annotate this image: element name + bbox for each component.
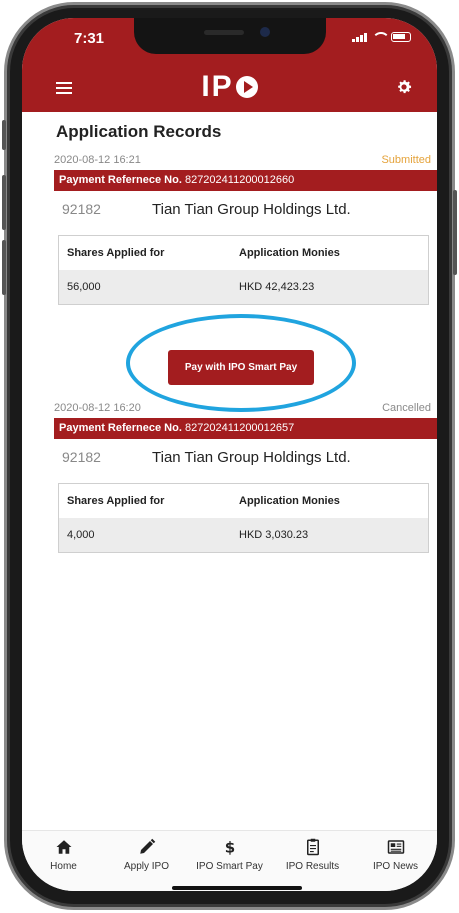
payment-reference-bar: Payment Refernece No. 827202411200012657 [54,418,437,439]
newspaper-icon [387,840,404,854]
shares-value: 56,000 [67,281,101,293]
pay-with-smart-pay-button[interactable]: Pay with IPO Smart Pay [168,350,314,385]
monies-value: HKD 42,423.23 [239,281,315,293]
stock-code: 92182 [62,201,101,217]
home-icon [56,840,71,854]
company-name: Tian Tian Group Holdings Ltd. [152,201,351,218]
shares-header: Shares Applied for [67,247,165,259]
tab-ipo-results[interactable]: IPO Results [271,831,354,891]
tab-label: Home [50,861,77,872]
table-header-row: Shares Applied for Application Monies [59,484,428,518]
app-logo: IP [22,70,437,104]
record-date: 2020-08-12 16:20 [54,402,141,414]
record-date: 2020-08-12 16:21 [54,154,141,166]
tab-apply-ipo[interactable]: Apply IPO [105,831,188,891]
wifi-icon [372,32,390,42]
play-dot-icon [235,76,258,98]
reference-number: 827202411200012657 [184,422,295,434]
reference-number: 827202411200012660 [184,174,295,186]
volume-up-button [2,175,6,230]
monies-header: Application Monies [239,495,340,507]
tab-ipo-news[interactable]: IPO News [354,831,437,891]
application-table: Shares Applied for Application Monies 4,… [58,483,429,553]
shares-header: Shares Applied for [67,495,165,507]
tab-label: IPO Results [285,861,340,872]
tab-ipo-smart-pay[interactable]: $ IPO Smart Pay [188,831,271,891]
application-record: 2020-08-12 16:21 Submitted Payment Refer… [22,152,437,305]
tab-home[interactable]: Home [22,831,105,891]
company-row: 92182 Tian Tian Group Holdings Ltd. [22,439,437,475]
app-screen: 7:31 IP Application Records 2020-08-12 1… [22,18,437,891]
mute-switch [2,120,6,150]
bottom-tab-bar: Home Apply IPO $ IPO Smart Pay IPO Resul… [22,830,437,891]
power-button [453,190,457,275]
status-time: 7:31 [74,30,105,47]
table-header-row: Shares Applied for Application Monies [59,236,428,270]
svg-text:$: $ [224,838,234,856]
tab-label: IPO News [372,861,418,872]
signal-icon [352,32,367,42]
pencil-icon [139,838,155,854]
company-row: 92182 Tian Tian Group Holdings Ltd. [22,191,437,227]
reference-label: Payment Refernece No. [59,174,182,186]
tab-label: IPO Smart Pay [196,861,263,872]
table-row: 56,000 HKD 42,423.23 [59,270,428,304]
clipboard-icon [306,838,319,856]
volume-down-button [2,240,6,295]
record-meta: 2020-08-12 16:20 Cancelled [22,400,437,418]
dollar-icon: $ [224,838,234,856]
payment-reference-bar: Payment Refernece No. 827202411200012660 [54,170,437,191]
battery-icon [391,32,411,42]
page-title: Application Records [56,122,222,141]
company-name: Tian Tian Group Holdings Ltd. [152,449,351,466]
monies-header: Application Monies [239,247,340,259]
status-badge: Cancelled [382,402,431,414]
record-meta: 2020-08-12 16:21 Submitted [22,152,437,170]
status-icons [352,32,411,42]
gear-icon[interactable] [395,78,413,96]
application-record: 2020-08-12 16:20 Cancelled Payment Refer… [22,400,437,553]
application-table: Shares Applied for Application Monies 56… [58,235,429,305]
stock-code: 92182 [62,449,101,465]
tab-label: Apply IPO [123,861,170,872]
status-badge: Submitted [381,154,431,166]
phone-notch [134,18,326,54]
shares-value: 4,000 [67,529,95,541]
home-indicator [172,886,302,890]
reference-label: Payment Refernece No. [59,422,182,434]
monies-value: HKD 3,030.23 [239,529,309,541]
table-row: 4,000 HKD 3,030.23 [59,518,428,552]
